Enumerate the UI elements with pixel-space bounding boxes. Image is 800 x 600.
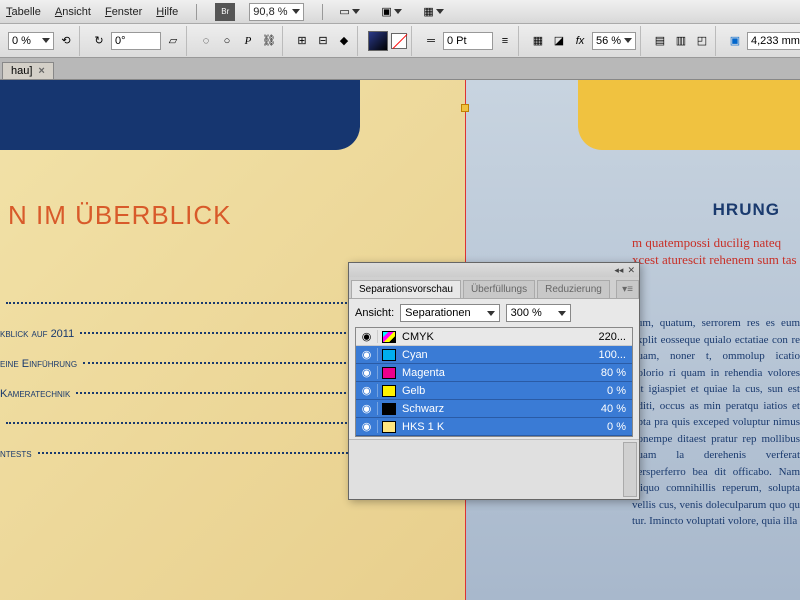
- drop-shadow-icon[interactable]: ◪: [550, 32, 568, 50]
- p-icon[interactable]: P: [239, 32, 257, 50]
- menu-bar: Tabelle Ansicht Fenster Hilfe Br 90,8 % …: [0, 0, 800, 24]
- page-heading: N IM ÜBERBLICK: [8, 200, 232, 231]
- panel-menu-icon[interactable]: ▾≡: [616, 280, 639, 298]
- separation-row[interactable]: ◉CMYK220...: [356, 328, 632, 346]
- chain-icon[interactable]: ⛓: [260, 32, 278, 50]
- panel-zoom-dropdown[interactable]: 300 %: [506, 304, 571, 322]
- tab-trap[interactable]: Überfüllungs: [463, 280, 535, 298]
- effects-icon[interactable]: ▦: [529, 32, 547, 50]
- shear-icon[interactable]: ▱: [164, 32, 182, 50]
- arrange-icon[interactable]: ▣: [383, 3, 401, 21]
- rotate-icon[interactable]: ↻: [90, 32, 108, 50]
- panel-titlebar[interactable]: ◂◂ ✕: [349, 263, 639, 277]
- flip-h-icon[interactable]: ⟲: [57, 32, 75, 50]
- screen-mode-icon[interactable]: ▭: [341, 3, 359, 21]
- tint-field[interactable]: 56 %: [592, 32, 636, 50]
- pathfinder-icon[interactable]: ◆: [335, 32, 353, 50]
- document-tab-bar: hau]×: [0, 58, 800, 80]
- panel-close-icon[interactable]: ✕: [627, 265, 635, 276]
- none-swatch-icon[interactable]: [391, 33, 407, 49]
- blue-header-block: [0, 80, 360, 150]
- corner-icon[interactable]: ◰: [693, 32, 711, 50]
- intro-red-text: m quatempossi ducilig nateq xcest atures…: [632, 235, 800, 269]
- text-wrap-icon[interactable]: ▤: [651, 32, 669, 50]
- stroke-weight-icon[interactable]: ═: [422, 32, 440, 50]
- toc-row: ntests10: [0, 448, 370, 460]
- toc-row: Kameratechnik8: [0, 388, 370, 400]
- stroke-style-icon[interactable]: ≡: [496, 32, 514, 50]
- separations-panel[interactable]: ◂◂ ✕ Separationsvorschau Überfüllungs Re…: [348, 262, 640, 500]
- menu-hilfe[interactable]: Hilfe: [156, 6, 178, 18]
- fx-icon[interactable]: fx: [571, 32, 589, 50]
- close-icon[interactable]: ×: [38, 65, 44, 77]
- view-label: Ansicht:: [355, 307, 394, 319]
- separation-row[interactable]: ◉HKS 1 K0 %: [356, 418, 632, 436]
- yellow-header-block: [578, 80, 800, 150]
- toc-row: kblick auf 20116: [0, 328, 370, 340]
- separation-row[interactable]: ◉Magenta80 %: [356, 364, 632, 382]
- visibility-icon[interactable]: ◉: [356, 384, 378, 397]
- toc-row: eine Einführung7: [0, 358, 370, 370]
- view-icon[interactable]: ▦: [425, 3, 443, 21]
- visibility-icon[interactable]: ◉: [356, 420, 378, 433]
- separation-row[interactable]: ◉Schwarz40 %: [356, 400, 632, 418]
- separation-row[interactable]: ◉Gelb0 %: [356, 382, 632, 400]
- bridge-icon[interactable]: Br: [215, 3, 235, 21]
- collapse-icon[interactable]: ◂◂: [614, 265, 623, 276]
- view-dropdown[interactable]: Separationen: [400, 304, 499, 322]
- toc-row: 9: [0, 418, 370, 430]
- angle-field[interactable]: 0°: [111, 32, 161, 50]
- frame-fit-icon[interactable]: ▣: [726, 32, 744, 50]
- distribute-icon[interactable]: ⊟: [314, 32, 332, 50]
- fill-swatch-icon[interactable]: [368, 31, 388, 51]
- body-text: cum, quatum, serrorem res es eum explit …: [632, 315, 800, 530]
- guide-marker: [461, 104, 469, 112]
- zoom-field[interactable]: 90,8 %: [249, 3, 303, 21]
- toc-list: 6 kblick auf 20116 eine Einführung7 Kamerat…: [0, 280, 370, 478]
- scrollbar[interactable]: [623, 442, 637, 497]
- visibility-icon[interactable]: ◉: [356, 402, 378, 415]
- stroke-field[interactable]: 0 Pt: [443, 32, 493, 50]
- menu-fenster[interactable]: Fenster: [105, 6, 142, 18]
- circle-icon[interactable]: ○: [218, 32, 236, 50]
- tab-flatten[interactable]: Reduzierung: [537, 280, 610, 298]
- tab-separations[interactable]: Separationsvorschau: [351, 280, 461, 298]
- menu-ansicht[interactable]: Ansicht: [55, 6, 91, 18]
- panel-footer: [349, 439, 639, 499]
- separation-row[interactable]: ◉Cyan100...: [356, 346, 632, 364]
- document-tab[interactable]: hau]×: [2, 62, 54, 79]
- text-wrap2-icon[interactable]: ▥: [672, 32, 690, 50]
- menu-tabelle[interactable]: Tabelle: [6, 6, 41, 18]
- dotted-icon[interactable]: ◌: [197, 32, 215, 50]
- opacity-field[interactable]: 0 %: [8, 32, 54, 50]
- separation-list: ◉CMYK220...◉Cyan100...◉Magenta80 %◉Gelb0…: [355, 327, 633, 437]
- visibility-icon[interactable]: ◉: [356, 330, 378, 343]
- toc-row: 6: [0, 298, 370, 310]
- mm-field[interactable]: 4,233 mm: [747, 32, 800, 50]
- visibility-icon[interactable]: ◉: [356, 366, 378, 379]
- document-canvas[interactable]: N IM ÜBERBLICK 6 kblick auf 20116 eine Ein…: [0, 80, 800, 600]
- visibility-icon[interactable]: ◉: [356, 348, 378, 361]
- control-toolbar: 0 % ⟲ ↻ 0° ▱ ◌ ○ P ⛓ ⊞ ⊟ ◆ ═ 0 Pt ≡ ▦ ◪ …: [0, 24, 800, 58]
- align-icon[interactable]: ⊞: [293, 32, 311, 50]
- right-heading: HRUNG: [713, 200, 780, 220]
